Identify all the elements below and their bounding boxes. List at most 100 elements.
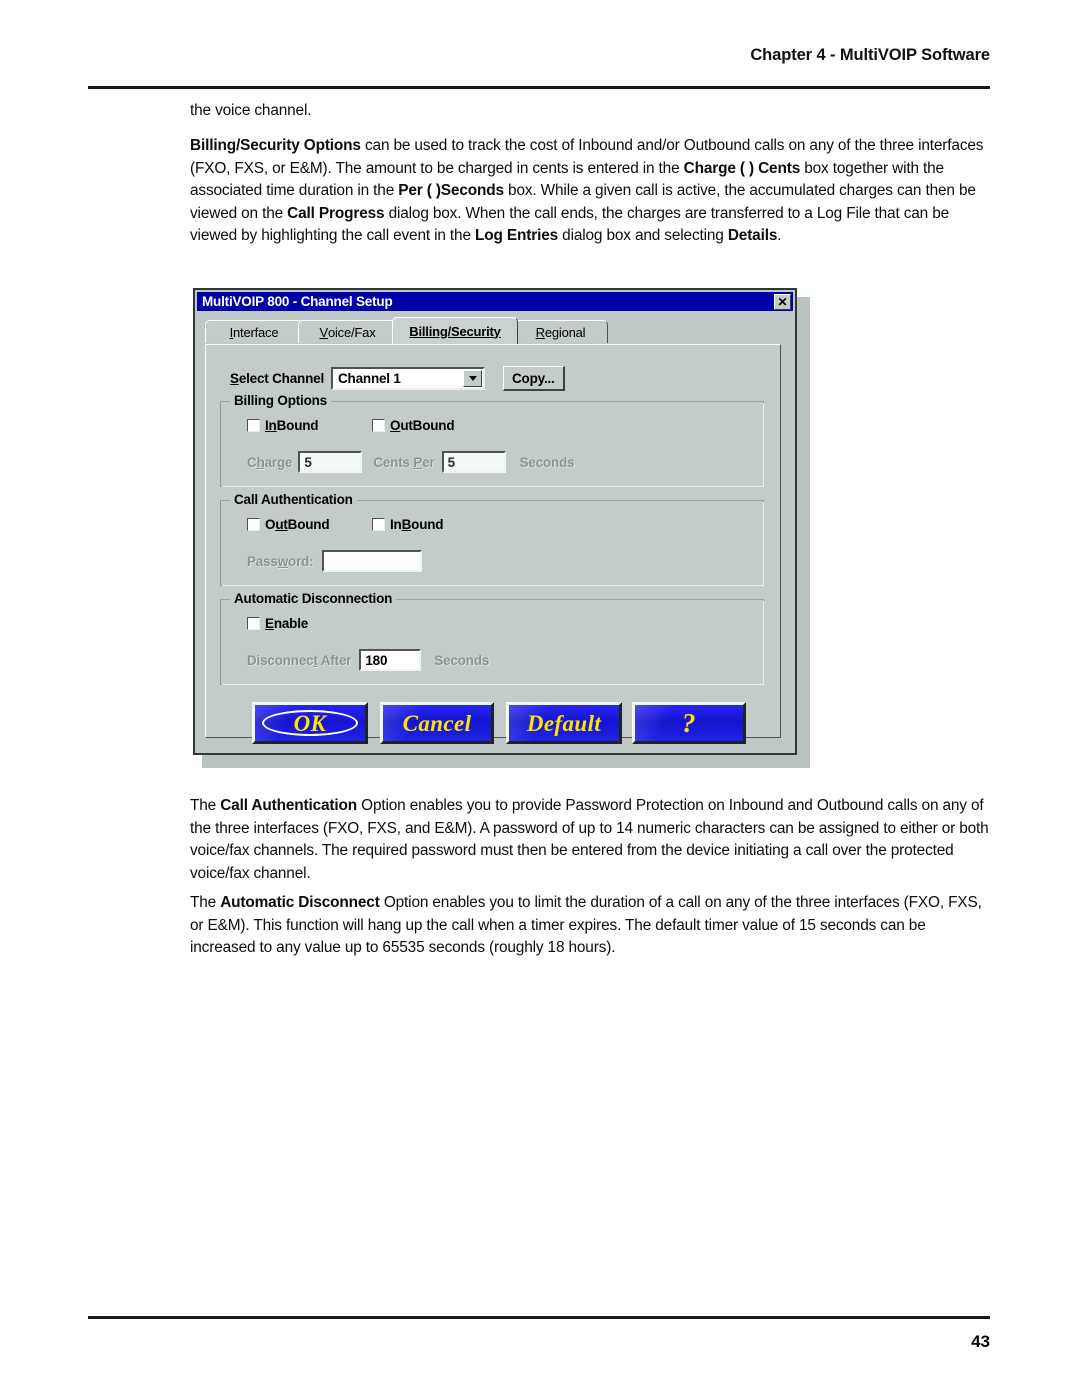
tab-billing-security-label: Billing/Security (409, 323, 501, 339)
tab-regional[interactable]: Regional (513, 320, 608, 343)
term-automatic-disconnect: Automatic Disconnect (220, 894, 380, 911)
disconnect-after-row: Disconnect After 180 Seconds (221, 648, 763, 672)
call-authentication-group: Call Authentication Out Bound In Bound Pas… (220, 492, 764, 586)
tab-voice-fax-mnemonic: V (319, 324, 328, 340)
password-label-mnemonic: w (277, 553, 289, 569)
page-number: 43 (971, 1332, 990, 1351)
checkbox-auth-inbound-pre: In (390, 517, 402, 532)
checkbox-billing-inbound[interactable]: In Bound (247, 418, 319, 433)
cents-per-label: Cents Per (373, 455, 434, 470)
select-channel-label-rest: elect Channel (238, 371, 324, 386)
term-call-progress: Call Progress (287, 204, 385, 222)
paragraph-text-6: . (777, 227, 782, 245)
default-button[interactable]: Default (506, 702, 622, 744)
chevron-down-icon[interactable] (463, 370, 482, 387)
paragraph-text-0: The (190, 797, 221, 814)
automatic-disconnection-checkbox-row: Enable (221, 616, 763, 636)
checkbox-box-icon[interactable] (247, 617, 260, 630)
checkbox-billing-outbound-label: utBound (400, 418, 455, 433)
select-channel-dropdown[interactable]: Channel 1 (331, 367, 485, 390)
password-label-a: Pass (247, 553, 278, 569)
tab-regional-mnemonic: R (535, 324, 545, 340)
password-row: Password: (221, 549, 763, 573)
disconnect-after-label-a: Disconnec (247, 652, 314, 668)
checkbox-auth-inbound-label: ound (411, 517, 444, 532)
checkbox-box-icon[interactable] (247, 419, 260, 432)
tab-interface[interactable]: Interface (205, 320, 303, 343)
term-per-seconds: Per ( )Seconds (398, 182, 504, 200)
dialog-title: MultiVOIP 800 - Channel Setup (202, 294, 393, 309)
paragraph-text-0: The (190, 894, 221, 911)
checkbox-box-icon[interactable] (247, 518, 260, 531)
tab-interface-label: nterface (233, 324, 279, 340)
password-input[interactable] (321, 550, 422, 572)
checkbox-billing-inbound-mnemonic: In (265, 418, 277, 433)
disconnect-after-input[interactable]: 180 (359, 649, 422, 671)
checkbox-auth-outbound-label: Bound (287, 517, 330, 532)
default-button-mnemonic: D (526, 710, 544, 736)
charge-label-a: C (247, 454, 257, 470)
checkbox-disconnect-enable[interactable]: Enable (247, 616, 308, 631)
channel-setup-dialog-figure: MultiVOIP 800 - Channel Setup ✕ Interfac… (193, 288, 810, 768)
dialog-button-row: OK Cancel Default ? (195, 702, 795, 748)
password-label: Password: (247, 554, 314, 569)
charge-row: Charge 5 Cents Per 5 Seconds (221, 450, 763, 474)
checkbox-box-icon[interactable] (372, 518, 385, 531)
tab-voice-fax[interactable]: Voice/Fax (298, 320, 397, 343)
cents-per-label-a: Cents (373, 454, 414, 470)
channel-setup-dialog: MultiVOIP 800 - Channel Setup ✕ Interfac… (193, 288, 797, 755)
per-seconds-input[interactable]: 5 (441, 451, 506, 473)
cancel-button-label: Cancel (402, 710, 472, 736)
call-authentication-checkbox-row: Out Bound In Bound (221, 517, 763, 537)
billing-options-checkbox-row: In Bound OutBound (221, 418, 763, 438)
automatic-disconnection-group: Automatic Disconnection Enable Disconnec… (220, 591, 764, 685)
checkbox-box-icon[interactable] (372, 419, 385, 432)
paragraph-billing-security: Billing/Security Options can be used to … (190, 135, 990, 248)
charge-label-mnemonic: h (256, 454, 265, 470)
question-mark-icon: ? (682, 707, 696, 738)
paragraph-voice-channel: the voice channel. (190, 100, 990, 123)
ok-button[interactable]: OK (252, 702, 368, 744)
page-header-title: Chapter 4 - MultiVOIP Software (750, 46, 990, 64)
default-button-label: Default (527, 712, 601, 735)
billing-seconds-label: Seconds (519, 454, 575, 470)
checkbox-auth-outbound[interactable]: Out Bound (247, 517, 330, 532)
tab-regional-label: egional (544, 324, 586, 340)
term-charge-cents: Charge ( ) Cents (683, 159, 801, 177)
charge-input[interactable]: 5 (298, 451, 363, 473)
checkbox-auth-outbound-mnemonic: ut (275, 517, 288, 532)
tab-billing-security[interactable]: Billing/Security (392, 317, 518, 344)
checkbox-auth-inbound-mnemonic: B (401, 517, 412, 532)
checkbox-disconnect-enable-label: nable (273, 616, 309, 631)
copy-button[interactable]: Copy... (503, 366, 565, 391)
cancel-button[interactable]: Cancel (380, 702, 494, 744)
header-divider (88, 86, 990, 89)
cents-per-label-c: er (422, 454, 435, 470)
checkbox-disconnect-enable-mnemonic: E (265, 616, 274, 631)
term-call-authentication: Call Authentication (220, 797, 358, 814)
term-details: Details (727, 227, 778, 245)
term-billing-security-options: Billing/Security Options (190, 137, 361, 154)
help-button[interactable]: ? (632, 702, 746, 744)
password-label-c: ord: (288, 553, 314, 569)
charge-label: Charge (247, 454, 293, 470)
cents-per-mnemonic: P (413, 454, 423, 470)
select-channel-value: Channel 1 (338, 371, 401, 386)
ok-button-label: OK (293, 710, 327, 736)
default-button-label-rest: efault (543, 710, 602, 736)
billing-security-panel: Select Channel Channel 1 Copy... Billing… (205, 344, 781, 738)
tab-strip: Interface Voice/Fax Billing/Security Reg… (205, 317, 795, 344)
close-icon[interactable]: ✕ (774, 293, 791, 310)
checkbox-billing-outbound[interactable]: OutBound (372, 418, 455, 433)
term-log-entries: Log Entries (475, 227, 559, 245)
call-authentication-title: Call Authentication (230, 492, 357, 507)
checkbox-auth-inbound[interactable]: In Bound (372, 517, 444, 532)
automatic-disconnection-title: Automatic Disconnection (230, 591, 397, 606)
paragraph-text: the voice channel. (190, 102, 312, 119)
dialog-titlebar: MultiVOIP 800 - Channel Setup ✕ (197, 292, 793, 311)
paragraph-text-5: dialog box and selecting (558, 227, 728, 245)
checkbox-auth-outbound-pre: O (265, 517, 276, 532)
disconnect-seconds-label: Seconds (434, 652, 490, 668)
checkbox-billing-outbound-mnemonic: O (390, 418, 401, 433)
select-channel-mnemonic: S (230, 371, 239, 386)
